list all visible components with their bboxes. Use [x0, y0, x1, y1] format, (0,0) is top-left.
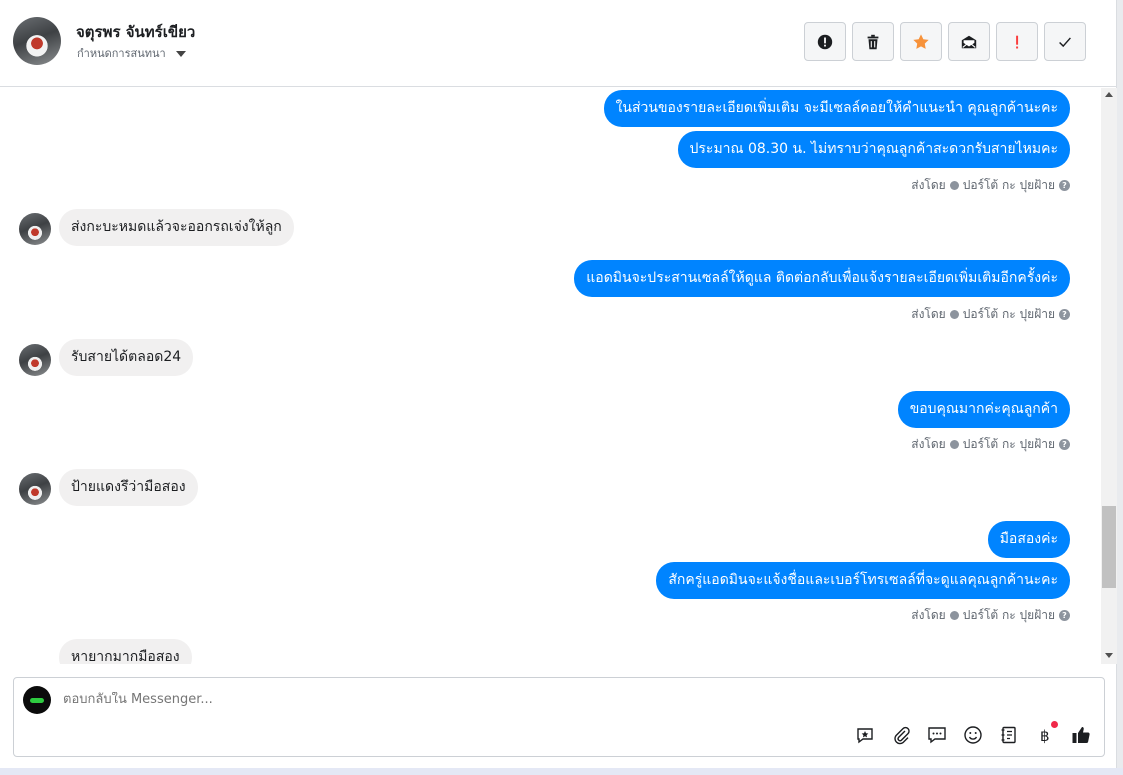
window-edge [1117, 0, 1123, 775]
emoji-button[interactable] [962, 724, 984, 746]
inbox-conversation: จตุรพร จันทร์เขียว กำหนดการสนทนา ในส่วนข… [0, 0, 1117, 775]
check-icon [949, 310, 959, 319]
contact-avatar[interactable] [13, 17, 61, 65]
scroll-thumb[interactable] [1102, 506, 1116, 588]
message-outgoing[interactable]: มือสองค่ะ [987, 521, 1070, 558]
conversation-toolbar [804, 22, 1086, 61]
notification-dot [1051, 721, 1058, 728]
message-outgoing[interactable]: ในส่วนของรายละเอียดเพิ่มเติม จะมีเซลล์คอ… [603, 90, 1070, 127]
thread-scrollbar[interactable] [1101, 88, 1117, 664]
scroll-up-arrow-icon[interactable] [1105, 92, 1113, 97]
notes-icon [1001, 726, 1016, 744]
message-thread[interactable]: ในส่วนของรายละเอียดเพิ่มเติม จะมีเซลล์คอ… [0, 88, 1101, 664]
mark-unread-button[interactable] [948, 22, 990, 61]
svg-text:฿: ฿ [1040, 727, 1050, 745]
contact-avatar-small [19, 473, 51, 505]
star-button[interactable] [900, 22, 942, 61]
check-icon [949, 611, 959, 620]
scroll-down-arrow-icon[interactable] [1105, 653, 1113, 658]
delete-button[interactable] [852, 22, 894, 61]
sent-by-label: ส่งโดย ปอร์โต้ กะ ปุยฝ้าย ? [911, 305, 1070, 324]
composer-toolbar: ฿ [854, 721, 1092, 746]
help-icon[interactable]: ? [1059, 180, 1070, 191]
mark-unread-icon [961, 35, 977, 48]
payment-icon: ฿ [1040, 727, 1050, 745]
emoji-icon [964, 726, 982, 744]
message-incoming[interactable]: รับสายได้ตลอด24 [59, 339, 194, 376]
message-incoming[interactable]: หายากมากมือสอง [59, 639, 192, 664]
message-outgoing[interactable]: สักครู่แอดมินจะแจ้งชื่อและเบอร์โทรเซลล์ท… [656, 562, 1070, 599]
page-avatar [23, 686, 51, 714]
sent-by-prefix: ส่งโดย [911, 178, 946, 192]
saved-reply-icon [857, 728, 873, 744]
trash-icon [867, 34, 879, 49]
report-icon [817, 34, 833, 49]
sent-by-label: ส่งโดย ปอร์โต้ กะ ปุยฝ้าย ? [911, 606, 1070, 625]
notes-button[interactable] [998, 724, 1020, 746]
sent-by-label: ส่งโดย ปอร์โต้ กะ ปุยฝ้าย ? [911, 176, 1070, 195]
important-icon [1016, 35, 1019, 48]
star-icon [913, 33, 929, 49]
caret-down-icon [175, 50, 186, 57]
message-incoming[interactable]: ป้ายแดงรึว่ามือสอง [59, 469, 198, 506]
message-outgoing[interactable]: ขอบคุณมากค่ะคุณลูกค้า [897, 391, 1070, 428]
sent-by-agent[interactable]: ปอร์โต้ กะ ปุยฝ้าย [963, 435, 1055, 454]
message-outgoing[interactable]: ประมาณ 08.30 น. ไม่ทราบว่าคุณลูกค้าสะดวก… [677, 131, 1070, 168]
help-icon[interactable]: ? [1059, 439, 1070, 450]
contact-name[interactable]: จตุรพร จันทร์เขียว [76, 20, 195, 44]
payment-button[interactable]: ฿ [1034, 721, 1058, 746]
attachment-icon [894, 726, 910, 745]
report-spam-button[interactable] [804, 22, 846, 61]
message-incoming[interactable]: ส่งกะบะหมดแล้วจะออกรถเจ่งให้ลูก [59, 209, 294, 246]
reply-composer[interactable]: ฿ [13, 677, 1105, 757]
check-icon [949, 440, 959, 449]
help-icon[interactable]: ? [1059, 309, 1070, 320]
contact-avatar-small [19, 213, 51, 245]
mark-done-button[interactable] [1044, 22, 1086, 61]
done-icon [1059, 36, 1071, 47]
conversation-header: จตุรพร จันทร์เขียว กำหนดการสนทนา [0, 0, 1117, 87]
sent-by-agent[interactable]: ปอร์โต้ กะ ปุยฝ้าย [963, 606, 1055, 625]
window-edge-bottom [0, 768, 1123, 775]
sent-by-agent[interactable]: ปอร์โต้ กะ ปุยฝ้าย [963, 305, 1055, 324]
like-icon [1072, 727, 1090, 744]
sent-by-prefix: ส่งโดย [911, 608, 946, 622]
sent-by-prefix: ส่งโดย [911, 307, 946, 321]
help-icon[interactable]: ? [1059, 610, 1070, 621]
contact-avatar-small [19, 344, 51, 376]
quick-reply-button[interactable] [926, 724, 948, 746]
mark-important-button[interactable] [996, 22, 1038, 61]
assign-conversation-dropdown[interactable]: กำหนดการสนทนา [77, 44, 186, 62]
sent-by-agent[interactable]: ปอร์โต้ กะ ปุยฝ้าย [963, 176, 1055, 195]
sent-by-prefix: ส่งโดย [911, 437, 946, 451]
sent-by-label: ส่งโดย ปอร์โต้ กะ ปุยฝ้าย ? [911, 435, 1070, 454]
chat-icon [928, 727, 946, 744]
reply-input[interactable] [63, 692, 963, 707]
attach-button[interactable] [890, 724, 912, 746]
assign-label: กำหนดการสนทนา [77, 47, 166, 60]
check-icon [949, 181, 959, 190]
saved-replies-button[interactable] [854, 724, 876, 746]
message-outgoing[interactable]: แอดมินจะประสานเซลล์ให้ดูแล ติดต่อกลับเพื… [574, 260, 1070, 297]
like-button[interactable] [1070, 724, 1092, 746]
